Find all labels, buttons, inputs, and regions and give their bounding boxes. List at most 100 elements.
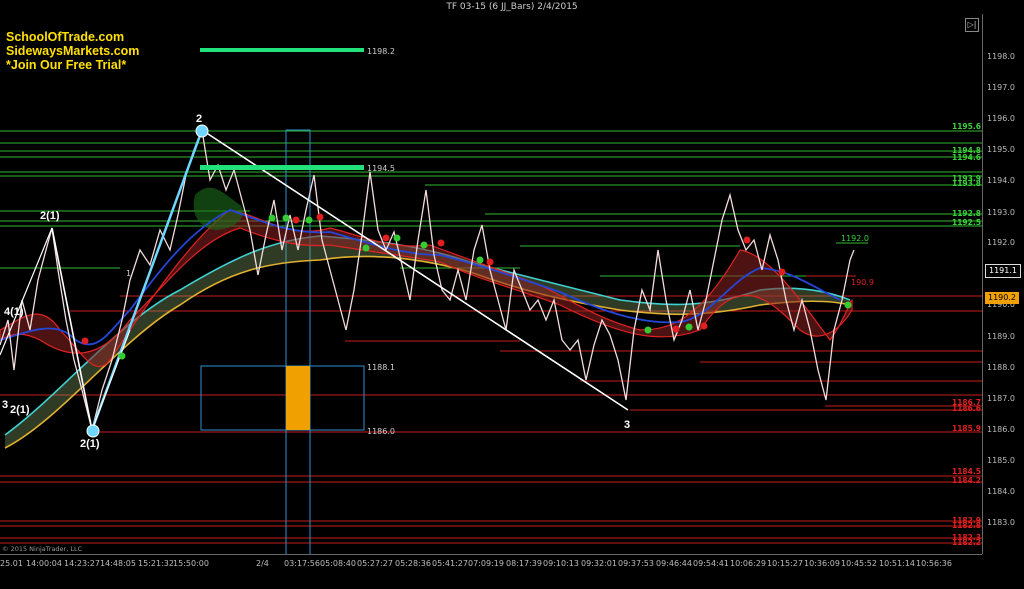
time-tick: 10:06:29 bbox=[730, 559, 766, 568]
price-tick: 1192.0 bbox=[987, 238, 1015, 247]
time-tick: 10:51:14 bbox=[879, 559, 915, 568]
copyright-text: © 2015 NinjaTrader, LLC bbox=[2, 545, 83, 553]
buy-dot bbox=[362, 244, 370, 252]
level-label: 1182.2 bbox=[952, 538, 981, 547]
time-tick: 09:54:41 bbox=[693, 559, 729, 568]
price-tick: 1195.0 bbox=[987, 145, 1015, 154]
time-tick: 10:56:36 bbox=[916, 559, 952, 568]
time-tick: 05:27:27 bbox=[357, 559, 393, 568]
time-tick: 05:41:27 bbox=[432, 559, 468, 568]
red-level-label: 190.9 bbox=[851, 278, 874, 287]
price-tick: 1189.0 bbox=[987, 332, 1015, 341]
sell-dot bbox=[81, 337, 89, 345]
time-tick: 10:15:27 bbox=[767, 559, 803, 568]
time-tick: 2/4 bbox=[256, 559, 269, 568]
buy-dot bbox=[282, 214, 290, 222]
buy-dot bbox=[685, 323, 693, 331]
promo-line-2[interactable]: SidewaysMarkets.com bbox=[6, 44, 139, 58]
ema-price-tag: 1190.2 bbox=[985, 292, 1019, 304]
level-label: 1195.6 bbox=[952, 122, 981, 131]
buy-dot bbox=[393, 234, 401, 242]
time-tick: 14:00:04 bbox=[26, 559, 62, 568]
price-chart[interactable]: 1198.2 1194.5 1188.1 1186.0 1192.0 190.9… bbox=[0, 14, 982, 554]
level-labels: 1195.6 1194.8 1194.6 1193.9 1193.8 1192.… bbox=[952, 0, 982, 588]
price-tick: 1184.0 bbox=[987, 487, 1015, 496]
time-tick: 15:21:32 bbox=[138, 559, 174, 568]
buy-dot bbox=[118, 352, 126, 360]
price-tick: 1194.0 bbox=[987, 176, 1015, 185]
price-tick: 1185.0 bbox=[987, 456, 1015, 465]
price-tick: 1198.0 bbox=[987, 52, 1015, 61]
price-tick: 1196.0 bbox=[987, 114, 1015, 123]
point-3-label: 3 bbox=[624, 419, 630, 431]
time-tick: 09:37:53 bbox=[618, 559, 654, 568]
promo-line-1[interactable]: SchoolOfTrade.com bbox=[6, 30, 139, 44]
target-bar-1194-5 bbox=[200, 165, 364, 170]
time-tick: 08:17:39 bbox=[506, 559, 542, 568]
current-price-tag: 1191.1 bbox=[985, 264, 1021, 278]
point-2-1-left-label: 2(1) bbox=[10, 404, 30, 416]
sell-dot bbox=[672, 325, 680, 333]
chart-window: TF 03-15 (6 JJ_Bars) 2/4/2015 1198.2 119… bbox=[0, 0, 1024, 588]
green-envelope bbox=[193, 187, 244, 230]
time-tick: 09:32:01 bbox=[581, 559, 617, 568]
time-tick: 25.01 bbox=[0, 559, 23, 568]
time-tick: 03:17:56 bbox=[284, 559, 320, 568]
time-tick: 09:10:13 bbox=[543, 559, 579, 568]
sell-dot bbox=[437, 239, 445, 247]
buy-dot bbox=[268, 214, 276, 222]
time-tick: 05:28:36 bbox=[395, 559, 431, 568]
time-tick: 15:50:00 bbox=[173, 559, 209, 568]
time-tick: 09:46:44 bbox=[656, 559, 692, 568]
sell-dot bbox=[292, 216, 300, 224]
sell-dot bbox=[316, 213, 324, 221]
level-label: 1185.9 bbox=[952, 424, 981, 433]
box-upper-label: 1188.1 bbox=[367, 363, 395, 372]
sell-dot bbox=[382, 234, 390, 242]
swing-point-2 bbox=[195, 124, 209, 138]
buy-dot bbox=[644, 326, 652, 334]
level-label: 1184.5 bbox=[952, 467, 981, 476]
time-tick: 05:08:40 bbox=[320, 559, 356, 568]
time-tick: 10:45:52 bbox=[841, 559, 877, 568]
promo-text: SchoolOfTrade.com SidewaysMarkets.com *J… bbox=[6, 30, 139, 72]
box-lower-label: 1186.0 bbox=[367, 427, 395, 436]
orange-volume-block bbox=[286, 366, 310, 430]
point-2-label: 2 bbox=[196, 113, 202, 125]
range-box bbox=[200, 365, 365, 431]
level-label: 1193.8 bbox=[952, 179, 981, 188]
point-2-1-bottom-label: 2(1) bbox=[80, 438, 100, 450]
box-mid-label: 1194.5 bbox=[367, 164, 395, 173]
time-tick: 14:48:05 bbox=[100, 559, 136, 568]
time-tick: 14:23:27 bbox=[64, 559, 100, 568]
sell-dot bbox=[486, 258, 494, 266]
promo-line-3[interactable]: *Join Our Free Trial* bbox=[6, 58, 139, 72]
price-tick: 1183.0 bbox=[987, 518, 1015, 527]
buy-dot bbox=[476, 256, 484, 264]
point-4-1-label: 4(1) bbox=[4, 306, 24, 318]
price-tick: 1186.0 bbox=[987, 425, 1015, 434]
swing-point-2-1 bbox=[86, 424, 100, 438]
level-label: 1182.8 bbox=[952, 521, 981, 530]
time-axis[interactable]: 25.01 14:00:04 14:23:27 14:48:05 15:21:3… bbox=[0, 554, 982, 589]
time-tick: 07:09:19 bbox=[468, 559, 504, 568]
point-2-1-top-label: 2(1) bbox=[40, 210, 60, 222]
price-tick: 1197.0 bbox=[987, 83, 1015, 92]
buy-dot bbox=[420, 241, 428, 249]
level-label: 1192.5 bbox=[952, 218, 981, 227]
level-label: 1194.6 bbox=[952, 153, 981, 162]
box-top-label: 1198.2 bbox=[367, 47, 395, 56]
price-tick: 1193.0 bbox=[987, 208, 1015, 217]
price-axis[interactable]: 1198.0 1197.0 1196.0 1195.0 1194.0 1193.… bbox=[982, 14, 1024, 554]
buy-dot bbox=[844, 301, 852, 309]
time-tick: 10:36:09 bbox=[804, 559, 840, 568]
sell-dot bbox=[743, 236, 751, 244]
point-3-left-label: 3 bbox=[2, 399, 8, 411]
target-label: 1192.0 bbox=[841, 234, 869, 243]
buy-dot bbox=[305, 216, 313, 224]
level-label: 1184.2 bbox=[952, 476, 981, 485]
price-tick: 1188.0 bbox=[987, 363, 1015, 372]
sell-dot bbox=[700, 322, 708, 330]
chart-title: TF 03-15 (6 JJ_Bars) 2/4/2015 bbox=[0, 0, 1024, 14]
green-levels bbox=[0, 130, 982, 277]
